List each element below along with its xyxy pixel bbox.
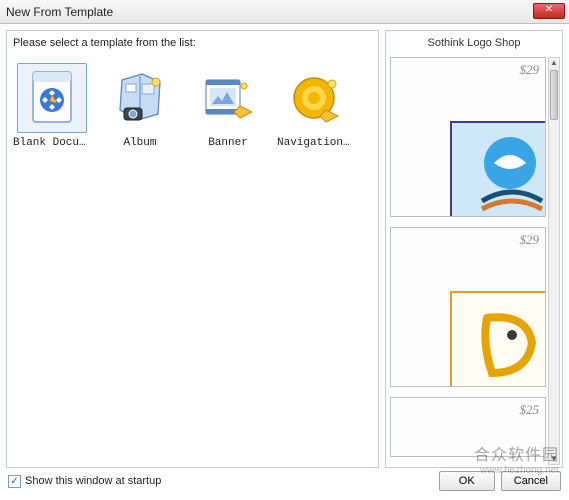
shop-price: $29 [520, 232, 540, 248]
shop-item[interactable]: $25 [390, 397, 546, 457]
shop-price: $29 [520, 62, 540, 78]
template-label: Banner [189, 137, 267, 149]
blank-doc-icon [17, 63, 87, 133]
template-label: Blank Document [13, 137, 91, 149]
template-label: Album [101, 137, 179, 149]
shop-thumbnail [450, 291, 545, 386]
title-bar: New From Template ✕ [0, 0, 569, 24]
cancel-button[interactable]: Cancel [501, 471, 561, 491]
close-icon: ✕ [545, 4, 553, 15]
show-startup-label: Show this window at startup [25, 475, 161, 487]
ok-button[interactable]: OK [439, 471, 495, 491]
shop-item[interactable]: $29 [390, 57, 546, 217]
nav-button-icon [281, 63, 351, 133]
template-blank-document[interactable]: Blank Document [13, 63, 91, 149]
template-banner[interactable]: Banner [189, 63, 267, 149]
close-button[interactable]: ✕ [533, 3, 565, 19]
logo-shop-list: $29 $29 [386, 55, 562, 467]
template-list-panel: Please select a template from the list: … [6, 30, 379, 468]
instruction-text: Please select a template from the list: [13, 37, 372, 49]
window-title: New From Template [6, 5, 113, 19]
dialog-buttons: OK Cancel [439, 471, 561, 491]
template-grid: Blank Document Album [13, 57, 372, 149]
show-startup-checkbox[interactable]: ✓ [8, 475, 21, 488]
scroll-up-icon[interactable]: ▲ [549, 58, 559, 68]
content-area: Please select a template from the list: … [0, 24, 569, 468]
logo-shop-panel: Sothink Logo Shop $29 $29 [385, 30, 563, 468]
footer-bar: ✓ Show this window at startup OK Cancel [0, 468, 569, 494]
scroll-down-icon[interactable]: ▼ [549, 454, 559, 464]
shop-thumbnail [450, 121, 545, 216]
shop-scrollbar[interactable]: ▲ ▼ [548, 57, 560, 465]
scrollbar-thumb[interactable] [550, 70, 558, 120]
template-navigation-button[interactable]: Navigation Bu.. [277, 63, 355, 149]
album-icon [105, 63, 175, 133]
template-label: Navigation Bu.. [277, 137, 355, 149]
banner-icon [193, 63, 263, 133]
shop-item[interactable]: $29 [390, 227, 546, 387]
shop-price: $25 [520, 402, 540, 418]
template-album[interactable]: Album [101, 63, 179, 149]
logo-shop-header: Sothink Logo Shop [386, 31, 562, 55]
